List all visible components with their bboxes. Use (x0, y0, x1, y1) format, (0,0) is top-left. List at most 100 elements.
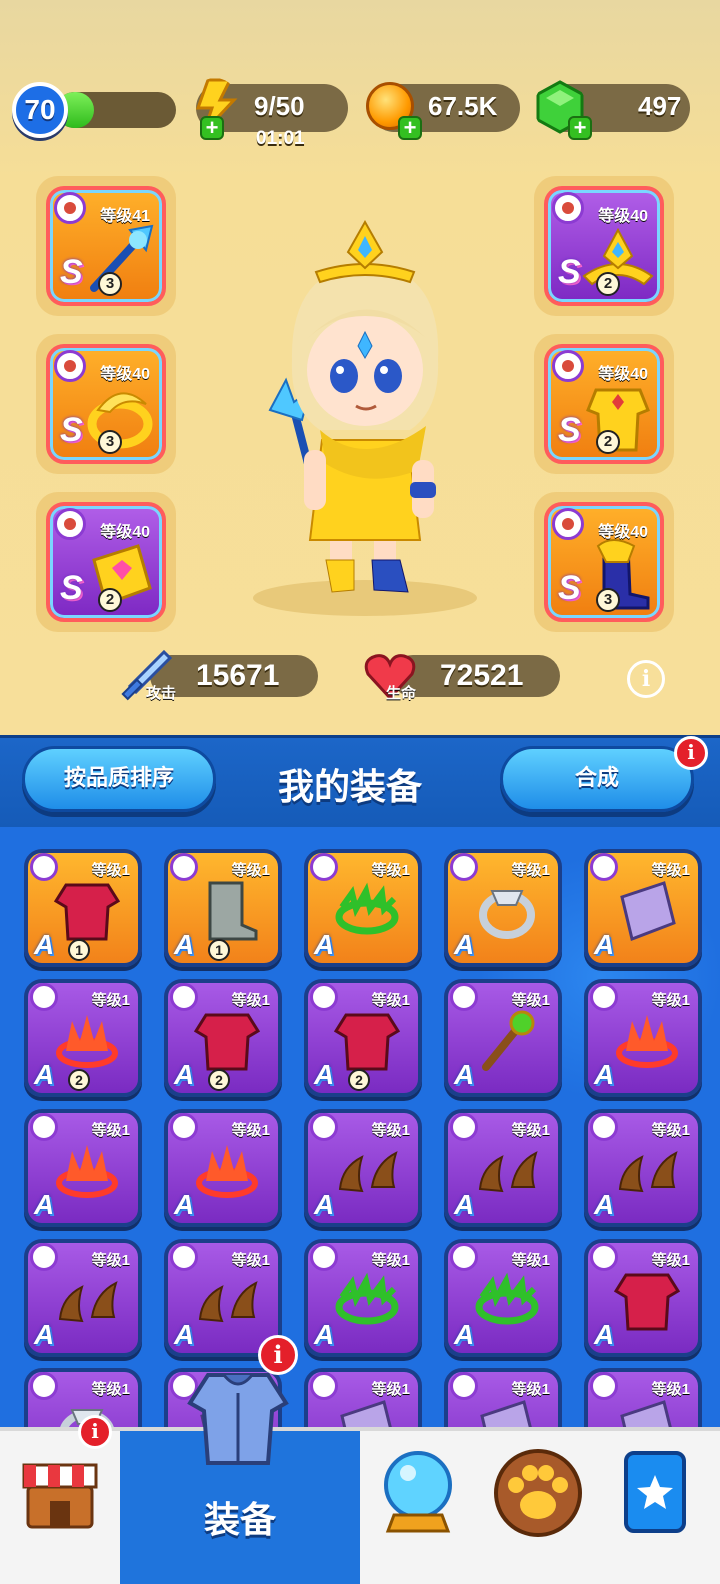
equip-slot-armor[interactable]: 等级40 S 2 (534, 334, 674, 474)
hp-label: 生命 (386, 685, 417, 702)
paw-icon[interactable] (490, 1447, 586, 1537)
equip-slot-frame: 等级40 S 2 (544, 186, 664, 306)
inventory-item[interactable]: 等级1A (584, 1239, 702, 1357)
equipment-icon[interactable] (186, 1369, 290, 1469)
inventory-item[interactable]: 等级1A (584, 849, 702, 967)
inventory-item[interactable]: 等级1A (24, 1239, 142, 1357)
inventory-item[interactable]: 等级1 A 2 (24, 979, 142, 1097)
hp-value: 72521 (440, 659, 524, 692)
hero-character[interactable] (250, 220, 480, 620)
crown-icon (56, 1015, 118, 1068)
inventory-item[interactable]: 等级1A (444, 1239, 562, 1357)
laurel-icon (335, 882, 399, 935)
inventory-item[interactable]: 等级1A (164, 1109, 282, 1227)
merge-button[interactable]: 合成 (500, 746, 694, 812)
grade-letter: S (558, 411, 581, 449)
equip-slot-frame: 等级40 S 3 (544, 502, 664, 622)
item-grade: A (174, 1059, 195, 1090)
item-grade: A (454, 1319, 475, 1350)
item-grade: A (454, 1189, 475, 1220)
item-grade: A (34, 1059, 55, 1090)
equip-slot-ring[interactable]: 等级40 S 3 (36, 334, 176, 474)
armor-icon (333, 1013, 401, 1071)
star-count: 3 (98, 430, 122, 454)
equip-slot-bracer[interactable]: 等级40 S 2 (36, 492, 176, 632)
grade-letter: S (60, 253, 83, 291)
item-grade: A (34, 1189, 55, 1220)
add-energy-button[interactable]: + (200, 116, 224, 140)
add-coins-button[interactable]: + (398, 116, 422, 140)
inventory-item[interactable]: 等级1A (584, 1109, 702, 1227)
horns-icon (478, 1151, 538, 1193)
inventory-item[interactable]: 等级1 A 2 (304, 979, 422, 1097)
grade-letter: S (558, 569, 581, 607)
hero-panel: 70 9/50 + 01:01 67.5K + 497 + 等级41 S 3 等… (0, 0, 720, 735)
bracer-icon (480, 1400, 532, 1427)
boots-type-icon (552, 508, 584, 540)
inventory-item[interactable]: 等级1A (24, 1109, 142, 1227)
inventory-item[interactable]: 等级1 A 2 (164, 979, 282, 1097)
crown-icon (616, 1015, 678, 1068)
sort-by-quality-button[interactable]: 按品质排序 (22, 746, 216, 812)
armor-icon (613, 1273, 681, 1331)
equip-slot-weapon[interactable]: 等级41 S 3 (36, 176, 176, 316)
add-gems-button[interactable]: + (568, 116, 592, 140)
staff-icon (482, 1010, 535, 1071)
inventory-grid: 等级1 A 1 等级1 A 1 等级1 A 等级1 A 等级1 A 等级1 A 2 等级1 A 2 等级1 A 2 等级1… (0, 827, 720, 1427)
star-count: 3 (98, 272, 122, 296)
crystal-ball-icon[interactable] (378, 1449, 458, 1535)
horns-icon (338, 1151, 398, 1193)
bracer-icon (340, 1400, 392, 1427)
shop-notification-icon: i (78, 1415, 112, 1449)
player-level-badge[interactable]: 70 (12, 82, 68, 138)
armor-icon (193, 1013, 261, 1071)
card-icon[interactable] (622, 1449, 688, 1535)
gem-value: 497 (638, 91, 682, 121)
item-count: 1 (68, 939, 90, 961)
armor-type-icon (552, 350, 584, 382)
equip-slot-frame: 等级41 S 3 (46, 186, 166, 306)
inventory-item[interactable]: 等级1A (304, 1368, 422, 1427)
inventory-item[interactable]: 等级1 A 1 (164, 849, 282, 967)
bracer-icon (620, 881, 676, 942)
equip-slot-frame: 等级40 S 2 (544, 344, 664, 464)
shop-icon[interactable] (20, 1451, 100, 1531)
item-grade: A (594, 1319, 615, 1350)
inventory-item[interactable]: 等级1A (444, 1109, 562, 1227)
info-button[interactable]: i (627, 660, 665, 698)
crown-icon (196, 1145, 258, 1198)
item-count: 2 (208, 1069, 230, 1091)
inventory-item[interactable]: 等级1A (304, 1109, 422, 1227)
horns-icon (618, 1151, 678, 1193)
inventory-item[interactable]: 等级1A (584, 979, 702, 1097)
inventory-item[interactable]: 等级1A (304, 849, 422, 967)
inventory-item[interactable]: 等级1A (444, 979, 562, 1097)
item-grade: A (174, 1189, 195, 1220)
ring-icon (479, 890, 535, 939)
attack-value: 15671 (196, 659, 280, 692)
star-count: 2 (98, 588, 122, 612)
coin-value: 67.5K (428, 91, 498, 121)
crown-icon (56, 1145, 118, 1198)
inventory-item[interactable]: 等级1A (444, 1368, 562, 1427)
item-grade: A (314, 1189, 335, 1220)
item-grade: A (594, 929, 615, 960)
laurel-icon (335, 1272, 399, 1325)
item-grade: A (594, 1059, 615, 1090)
equip-slot-helmet[interactable]: 等级40 S 2 (534, 176, 674, 316)
bottom-nav: i i 装备 (0, 1335, 720, 1584)
item-grade: A (454, 929, 475, 960)
star-count: 2 (596, 430, 620, 454)
item-grade: A (174, 929, 195, 960)
ring-type-icon (54, 350, 86, 382)
inventory-item[interactable]: 等级1 A 1 (24, 849, 142, 967)
grade-letter: S (60, 411, 83, 449)
item-grade: A (174, 1319, 195, 1350)
equipment-notification-icon: i (258, 1335, 298, 1375)
inventory-item[interactable]: 等级1A (584, 1368, 702, 1427)
inventory-item[interactable]: 等级1A (304, 1239, 422, 1357)
star-count: 3 (596, 588, 620, 612)
laurel-icon (475, 1272, 539, 1325)
equip-slot-boots[interactable]: 等级40 S 3 (534, 492, 674, 632)
inventory-item[interactable]: 等级1A (444, 849, 562, 967)
